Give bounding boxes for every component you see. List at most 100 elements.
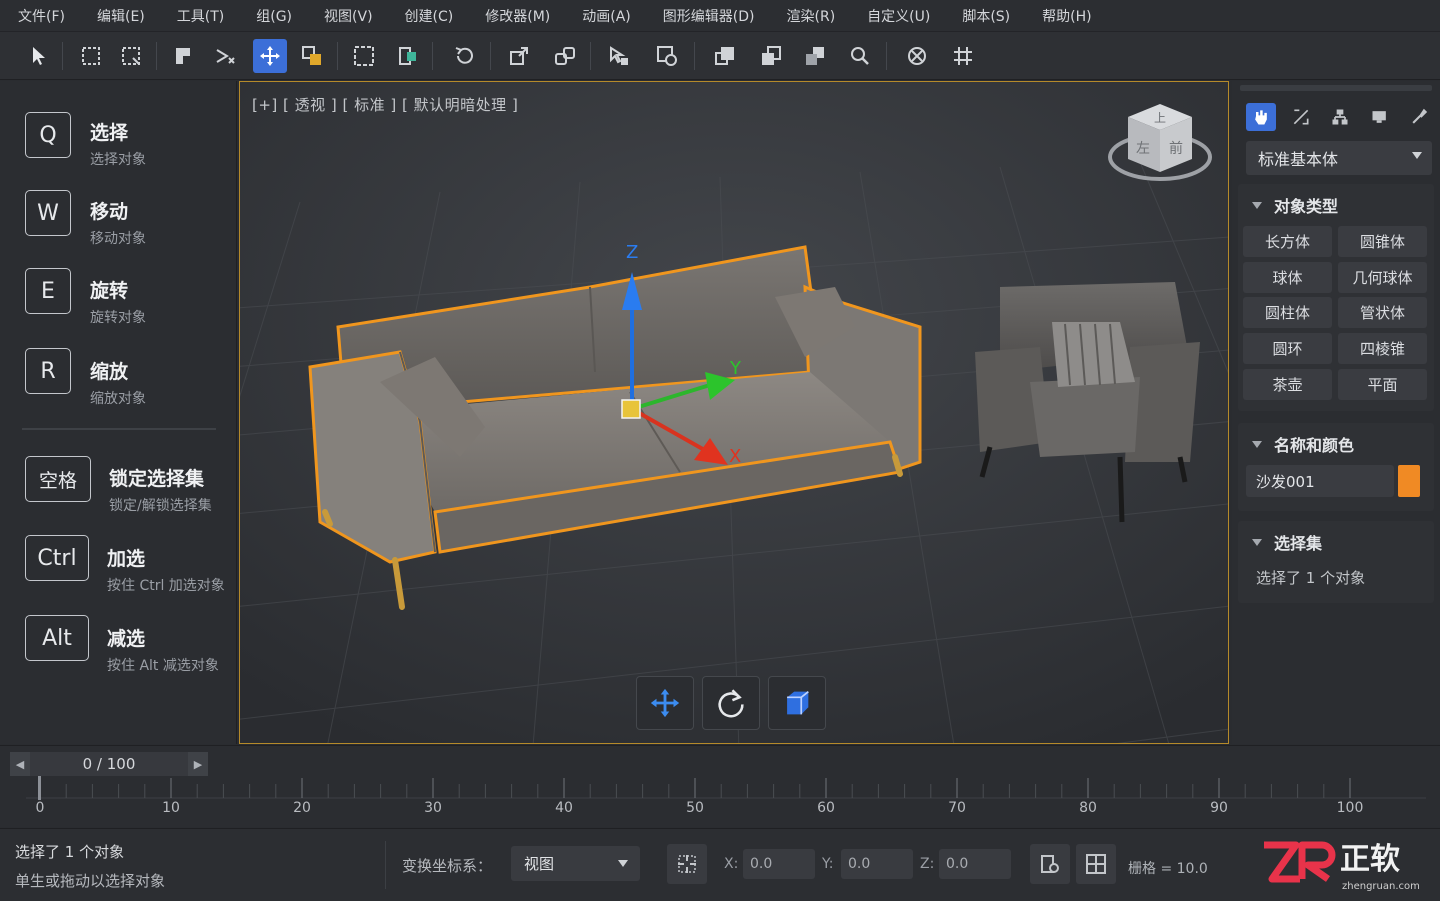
shortcut-move-desc: 移动对象 xyxy=(90,231,146,247)
snap-icon[interactable] xyxy=(900,39,934,73)
tab-utilities[interactable] xyxy=(1404,103,1434,131)
selection-window-icon[interactable] xyxy=(347,39,381,73)
tab-modify[interactable] xyxy=(1286,103,1316,131)
frame-tick-label: 10 xyxy=(162,800,180,816)
export-icon[interactable] xyxy=(502,39,536,73)
gizmo-y-label: Y xyxy=(729,358,742,379)
status-prompt-text: 单生或拖动以选择对象 xyxy=(15,872,166,890)
vp-scale-button[interactable] xyxy=(768,676,826,730)
chain-link-icon[interactable] xyxy=(548,39,582,73)
panel-scroll-handle[interactable] xyxy=(1240,85,1432,91)
rect-select-icon[interactable] xyxy=(74,39,108,73)
y-coord-input[interactable]: 0.0 xyxy=(841,849,913,879)
btn-pyramid[interactable]: 四棱锥 xyxy=(1338,333,1427,364)
z-coord-input[interactable]: 0.0 xyxy=(939,849,1011,879)
current-frame-marker[interactable] xyxy=(38,776,41,800)
menu-help[interactable]: 帮助(H) xyxy=(1042,6,1091,26)
key-mode-button[interactable] xyxy=(1030,844,1070,884)
vp-rotate-button[interactable] xyxy=(702,676,760,730)
chevron-down-icon xyxy=(1412,152,1422,159)
menu-scripting[interactable]: 脚本(S) xyxy=(962,6,1010,26)
menu-view[interactable]: 视图(V) xyxy=(324,6,373,26)
time-slider[interactable]: ◀ 0 / 100 ▶ xyxy=(10,752,208,776)
select-region-icon[interactable] xyxy=(208,39,242,73)
menu-file[interactable]: 文件(F) xyxy=(18,6,65,26)
command-panel: 标准基本体 对象类型 长方体 圆锥体 球体 几何球体 圆柱体 管状体 圆环 四棱… xyxy=(1232,81,1440,744)
selection-count-text: 选择了 1 个对象 xyxy=(1256,569,1366,587)
shortcut-subtract-desc: 按住 Alt 减选对象 xyxy=(107,658,219,674)
undo-icon[interactable] xyxy=(447,39,481,73)
align-icon[interactable] xyxy=(708,39,742,73)
btn-teapot[interactable]: 茶壶 xyxy=(1243,369,1332,400)
shortcut-add-title: 加选 xyxy=(107,548,146,570)
menu-group[interactable]: 组(G) xyxy=(256,6,292,26)
collapse-triangle-icon xyxy=(1252,201,1262,209)
menu-animation[interactable]: 动画(A) xyxy=(582,6,631,26)
watermark-logo: 正软 zhengruan.com xyxy=(1258,835,1434,897)
frame-tick-label: 50 xyxy=(686,800,704,816)
menu-edit[interactable]: 编辑(E) xyxy=(97,6,145,26)
btn-geosphere[interactable]: 几何球体 xyxy=(1338,262,1427,293)
absolute-mode-button[interactable] xyxy=(667,844,707,884)
chevron-right-icon[interactable]: ▶ xyxy=(188,752,208,776)
coord-system-value: 视图 xyxy=(524,855,555,873)
btn-plane[interactable]: 平面 xyxy=(1338,369,1427,400)
grid-size-text: 栅格 = 10.0 xyxy=(1128,861,1208,877)
viewcube-front-label: 前 xyxy=(1169,140,1183,157)
scene-render: Z Y X 上 左 前 xyxy=(240,82,1228,743)
z-label: Z: xyxy=(920,856,935,872)
perspective-viewport[interactable]: Z Y X 上 左 前 [+] [ 透视 ] [ 标准 ] [ 默认明暗处理 ] xyxy=(239,81,1229,744)
key-e: E xyxy=(25,268,71,314)
array-icon[interactable] xyxy=(754,39,788,73)
key-r: R xyxy=(25,348,71,394)
select-by-name-icon[interactable] xyxy=(166,39,200,73)
vp-move-button[interactable] xyxy=(636,676,694,730)
menu-modifiers[interactable]: 修改器(M) xyxy=(485,6,550,26)
link-icon[interactable] xyxy=(295,39,329,73)
grid-icon[interactable] xyxy=(946,39,980,73)
tab-hierarchy[interactable] xyxy=(1325,103,1355,131)
x-coord-input[interactable]: 0.0 xyxy=(743,849,815,879)
menu-rendering[interactable]: 渲染(R) xyxy=(787,6,836,26)
chevron-left-icon[interactable]: ◀ xyxy=(10,752,30,776)
menu-customize[interactable]: 自定义(U) xyxy=(867,6,930,26)
shortcut-panel: Q 选择 选择对象 W 移动 移动对象 E 旋转 旋转对象 R 缩放 缩放对象 … xyxy=(0,81,237,744)
btn-sphere[interactable]: 球体 xyxy=(1243,262,1332,293)
render-frame-icon[interactable] xyxy=(650,39,684,73)
key-w: W xyxy=(25,190,71,236)
object-name-field[interactable]: 沙发001 xyxy=(1246,465,1394,497)
mirror-icon[interactable] xyxy=(391,39,425,73)
display-icon xyxy=(1372,111,1386,123)
name-color-header[interactable]: 名称和颜色 xyxy=(1252,432,1354,456)
move-tool-icon[interactable] xyxy=(253,39,287,73)
coord-system-dropdown[interactable]: 视图 xyxy=(511,846,640,881)
btn-tube[interactable]: 管状体 xyxy=(1338,297,1427,328)
tab-create[interactable] xyxy=(1246,103,1276,131)
frame-tick-label: 60 xyxy=(817,800,835,816)
viewport-label[interactable]: [+] [ 透视 ] [ 标准 ] [ 默认明暗处理 ] xyxy=(252,94,518,115)
frame-tick-label: 90 xyxy=(1210,800,1228,816)
clone-icon[interactable] xyxy=(798,39,832,73)
tab-display[interactable] xyxy=(1365,103,1395,131)
menu-tools[interactable]: 工具(T) xyxy=(177,6,224,26)
btn-torus[interactable]: 圆环 xyxy=(1243,333,1332,364)
zoom-search-icon[interactable] xyxy=(843,39,877,73)
select-arrow-icon[interactable] xyxy=(22,39,56,73)
menu-create[interactable]: 创建(C) xyxy=(405,6,454,26)
primitive-type-dropdown[interactable]: 标准基本体 xyxy=(1246,141,1432,175)
selection-set-header[interactable]: 选择集 xyxy=(1252,530,1322,554)
btn-cone[interactable]: 圆锥体 xyxy=(1338,226,1427,257)
rotate-icon xyxy=(718,689,744,718)
frame-display: 0 / 100 xyxy=(82,755,136,773)
object-color-swatch[interactable] xyxy=(1398,465,1420,497)
btn-box[interactable]: 长方体 xyxy=(1243,226,1332,257)
shortcut-subtract-title: 减选 xyxy=(107,628,146,650)
menu-graph-editors[interactable]: 图形编辑器(D) xyxy=(663,6,755,26)
shortcut-lock-title: 锁定选择集 xyxy=(109,468,205,490)
btn-cylinder[interactable]: 圆柱体 xyxy=(1243,297,1332,328)
grid-toggle-button[interactable] xyxy=(1076,844,1116,884)
select-filter-icon[interactable] xyxy=(602,39,636,73)
window-crossing-icon[interactable] xyxy=(114,39,148,73)
viewcube-top-label: 上 xyxy=(1154,111,1166,125)
object-type-header[interactable]: 对象类型 xyxy=(1252,193,1338,217)
